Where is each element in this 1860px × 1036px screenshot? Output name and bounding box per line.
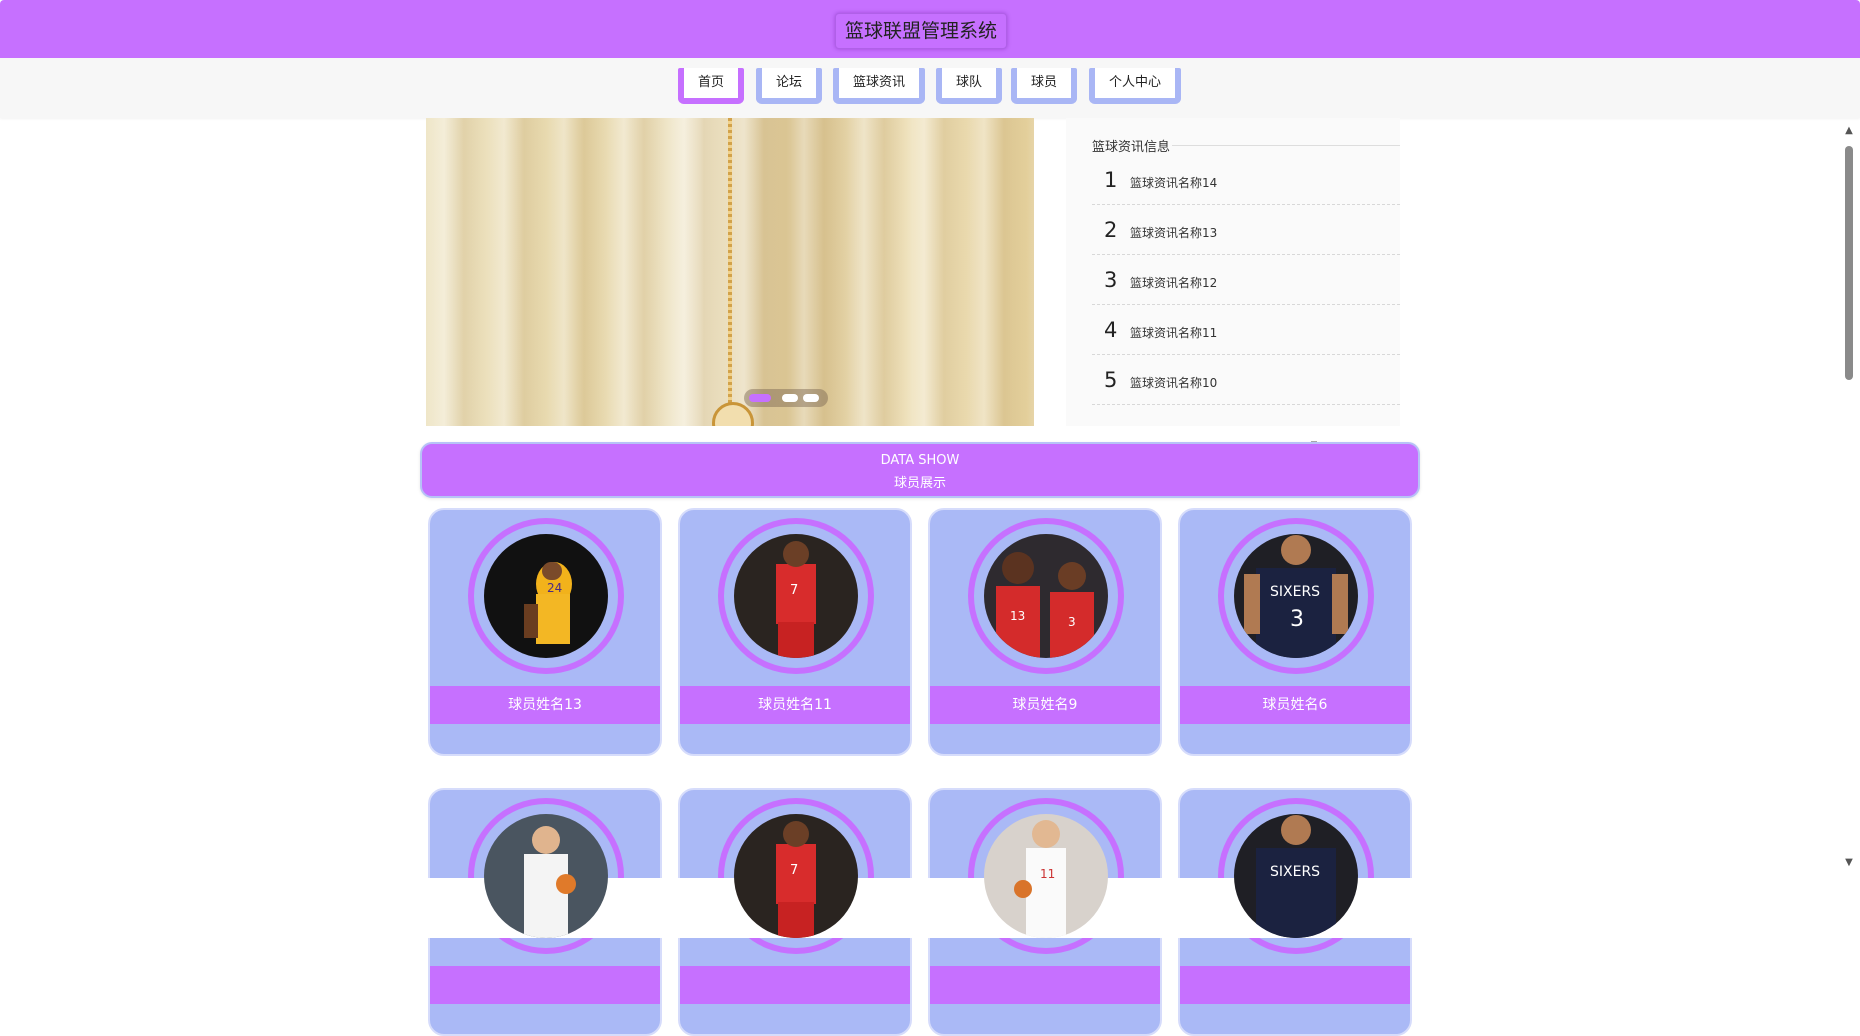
svg-text:3: 3 (1290, 607, 1304, 632)
news-item[interactable]: 2 篮球资讯名称13 (1092, 206, 1400, 255)
player-card[interactable]: 13 3 球员姓名9 (928, 508, 1162, 756)
site-title: 篮球联盟管理系统 (835, 13, 1008, 49)
player-name[interactable] (430, 966, 660, 1004)
section-title-en: DATA SHOW (880, 453, 960, 468)
news-title-divider (1172, 145, 1400, 146)
scroll-up-arrow-icon[interactable]: ▲ (1844, 126, 1854, 136)
news-rank: 3 (1104, 268, 1118, 292)
news-rank: 4 (1104, 318, 1118, 342)
svg-text:13: 13 (1010, 609, 1025, 623)
player-name[interactable]: 球员姓名9 (930, 686, 1160, 724)
news-rank: 5 (1104, 368, 1118, 392)
scrollbar-thumb[interactable] (1845, 146, 1853, 380)
news-item[interactable]: 1 篮球资讯名称14 (1092, 156, 1400, 205)
news-panel-title: 篮球资讯信息 (1092, 140, 1171, 155)
news-item[interactable]: 4 篮球资讯名称11 (1092, 306, 1400, 355)
player-card[interactable]: 7 球员姓名11 (678, 508, 912, 756)
player-card[interactable]: SIXERS 3 球员姓名6 (1178, 508, 1412, 756)
news-title[interactable]: 篮球资讯名称12 (1130, 274, 1217, 291)
nav-teams[interactable]: 球队 (936, 68, 1002, 104)
player-avatar: 13 3 (984, 534, 1108, 658)
news-rank: 1 (1104, 168, 1118, 192)
banner-carousel[interactable] (426, 118, 1034, 426)
player-name[interactable] (930, 966, 1160, 1004)
nav-forum[interactable]: 论坛 (756, 68, 822, 104)
news-title[interactable]: 篮球资讯名称13 (1130, 224, 1217, 241)
player-avatar: SIXERS 3 (1234, 534, 1358, 658)
viewport-bottom (0, 878, 1860, 938)
svg-text:SIXERS: SIXERS (1270, 584, 1320, 600)
svg-text:3: 3 (1068, 615, 1076, 629)
player-card[interactable]: 24 球员姓名13 (428, 508, 662, 756)
main-nav: 首页 论坛 篮球资讯 球队 球员 个人中心 (0, 58, 1860, 118)
svg-text:SIXERS: SIXERS (1270, 864, 1320, 880)
svg-text:24: 24 (547, 581, 562, 595)
player-name[interactable] (1180, 966, 1410, 1004)
carousel-dot-1[interactable] (749, 394, 771, 402)
news-title[interactable]: 篮球资讯名称10 (1130, 374, 1217, 391)
svg-text:11: 11 (1040, 867, 1055, 881)
top-header: 篮球联盟管理系统 (0, 0, 1860, 58)
news-item[interactable]: 3 篮球资讯名称12 (1092, 256, 1400, 305)
news-item[interactable]: 5 篮球资讯名称10 (1092, 356, 1400, 405)
scroll-down-arrow-icon[interactable]: ▼ (1844, 858, 1854, 868)
player-name[interactable] (680, 966, 910, 1004)
nav-home[interactable]: 首页 (678, 68, 744, 104)
section-header: DATA SHOW 球员展示 (420, 442, 1420, 498)
player-avatar: SIXERS (1234, 814, 1358, 938)
player-name[interactable]: 球员姓名6 (1180, 686, 1410, 724)
nav-news[interactable]: 篮球资讯 (833, 68, 925, 104)
player-avatar (484, 814, 608, 938)
news-rank: 2 (1104, 218, 1118, 242)
svg-text:7: 7 (790, 863, 798, 878)
player-name[interactable]: 球员姓名13 (430, 686, 660, 724)
player-avatar: 7 (734, 814, 858, 938)
player-avatar: 7 (734, 534, 858, 658)
nav-profile[interactable]: 个人中心 (1089, 68, 1181, 104)
section-title-cn: 球员展示 (893, 476, 946, 491)
news-title[interactable]: 篮球资讯名称11 (1130, 324, 1217, 341)
player-name[interactable]: 球员姓名11 (680, 686, 910, 724)
player-avatar: 24 (484, 534, 608, 658)
news-title[interactable]: 篮球资讯名称14 (1130, 174, 1217, 191)
nav-players[interactable]: 球员 (1011, 68, 1077, 104)
svg-text:7: 7 (790, 583, 798, 598)
carousel-indicators (744, 389, 828, 407)
carousel-dot-3[interactable] (803, 394, 819, 402)
carousel-dot-2[interactable] (782, 394, 798, 402)
banner-image-chain (728, 118, 732, 408)
player-avatar: 11 (984, 814, 1108, 938)
